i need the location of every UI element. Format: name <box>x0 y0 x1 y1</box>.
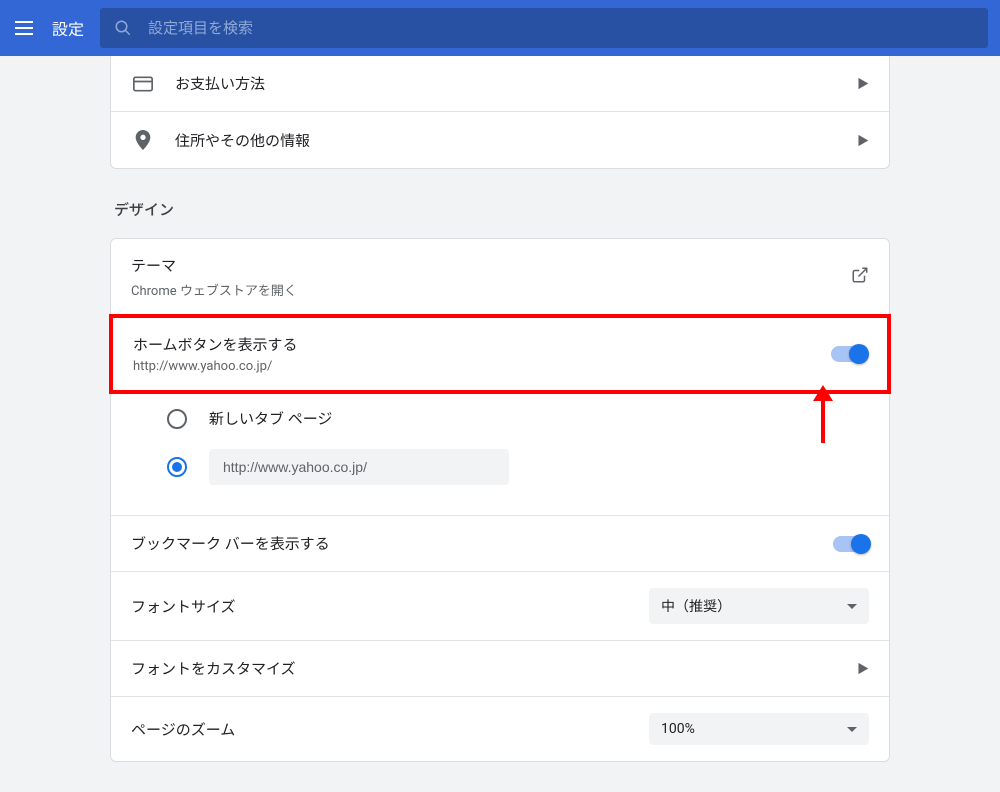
home-url-input[interactable] <box>209 449 509 485</box>
radio-icon <box>167 409 187 429</box>
payment-methods-row[interactable]: お支払い方法 ▶ <box>111 56 889 112</box>
font-size-row[interactable]: フォントサイズ 中（推奨） <box>111 572 889 641</box>
bookmark-bar-toggle[interactable] <box>833 536 869 552</box>
address-label: 住所やその他の情報 <box>175 130 837 151</box>
theme-label: テーマ <box>131 255 831 276</box>
home-button-radio-group: 新しいタブ ページ <box>111 392 889 516</box>
open-external-icon <box>851 266 869 288</box>
chevron-right-icon: ▶ <box>857 660 869 677</box>
radio-icon <box>167 457 187 477</box>
theme-row[interactable]: テーマ Chrome ウェブストアを開く <box>111 239 889 316</box>
payment-label: お支払い方法 <box>175 73 837 94</box>
autofill-card: お支払い方法 ▶ 住所やその他の情報 ▶ <box>110 56 890 169</box>
chevron-down-icon <box>847 727 857 732</box>
address-row[interactable]: 住所やその他の情報 ▶ <box>111 112 889 168</box>
app-title: 設定 <box>52 16 84 40</box>
menu-icon[interactable] <box>12 16 36 40</box>
font-customize-label: フォントをカスタマイズ <box>131 658 837 679</box>
home-button-row[interactable]: ホームボタンを表示する http://www.yahoo.co.jp/ <box>113 318 887 390</box>
home-button-sublabel: http://www.yahoo.co.jp/ <box>133 359 811 374</box>
font-size-value: 中（推奨） <box>661 596 731 616</box>
location-icon <box>131 130 155 150</box>
design-heading: デザイン <box>114 199 890 220</box>
annotation-arrow-icon <box>809 385 837 449</box>
chevron-right-icon: ▶ <box>857 75 869 92</box>
home-button-toggle[interactable] <box>831 346 867 362</box>
bookmark-bar-row[interactable]: ブックマーク バーを表示する <box>111 516 889 572</box>
radio-new-tab-label: 新しいタブ ページ <box>209 408 332 429</box>
main-content: お支払い方法 ▶ 住所やその他の情報 ▶ デザイン テーマ Chrome ウェブ… <box>0 56 1000 792</box>
page-zoom-value: 100% <box>661 721 695 737</box>
design-card: テーマ Chrome ウェブストアを開く ホームボタンを表示する http://… <box>110 238 890 762</box>
font-size-label: フォントサイズ <box>131 596 629 617</box>
bookmark-bar-label: ブックマーク バーを表示する <box>131 533 813 554</box>
page-zoom-row[interactable]: ページのズーム 100% <box>111 697 889 761</box>
home-button-label: ホームボタンを表示する <box>133 334 811 355</box>
page-zoom-dropdown[interactable]: 100% <box>649 713 869 745</box>
font-size-dropdown[interactable]: 中（推奨） <box>649 588 869 624</box>
chevron-right-icon: ▶ <box>857 132 869 149</box>
theme-sublabel: Chrome ウェブストアを開く <box>131 280 831 299</box>
search-bar[interactable] <box>100 8 988 48</box>
font-customize-row[interactable]: フォントをカスタマイズ ▶ <box>111 641 889 697</box>
app-header: 設定 <box>0 0 1000 56</box>
search-icon <box>114 19 132 37</box>
search-input[interactable] <box>148 20 974 37</box>
chevron-down-icon <box>847 604 857 609</box>
card-icon <box>131 76 155 92</box>
annotation-highlight: ホームボタンを表示する http://www.yahoo.co.jp/ <box>109 314 891 394</box>
radio-new-tab[interactable]: 新しいタブ ページ <box>167 398 869 439</box>
page-zoom-label: ページのズーム <box>131 719 629 740</box>
radio-custom-url[interactable] <box>167 439 869 495</box>
